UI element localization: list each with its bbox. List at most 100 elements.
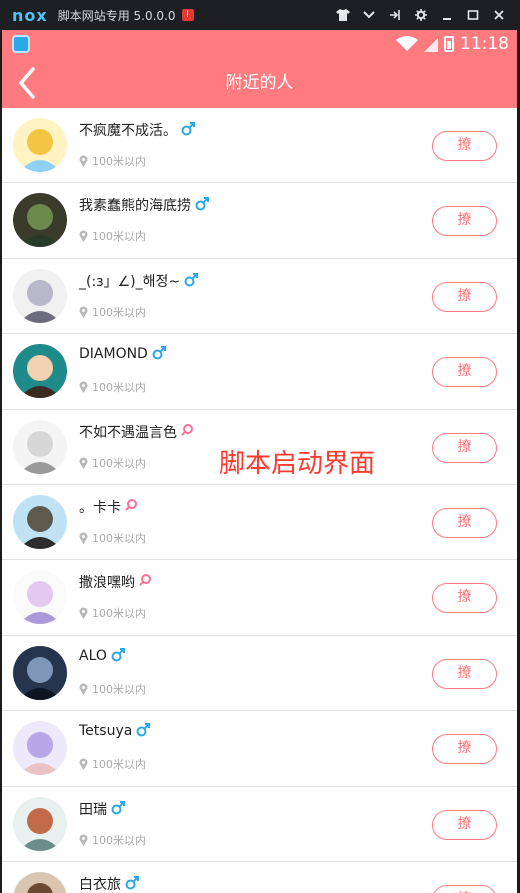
user-name-line: 我素蠢熊的海底捞 <box>79 195 209 215</box>
list-item[interactable]: _(:з」∠)_해정~ 100米以内 撩 <box>2 258 517 335</box>
user-name: 不疯魔不成活。 <box>79 123 177 139</box>
flirt-button[interactable]: 撩 <box>432 658 497 689</box>
user-name-line: 。卡卡 <box>79 497 137 517</box>
male-icon <box>181 122 195 138</box>
flirt-button[interactable]: 撩 <box>432 281 497 312</box>
minimize-icon[interactable] <box>434 0 460 30</box>
page-title: 附近的人 <box>225 73 294 93</box>
location-pin-icon <box>79 155 88 167</box>
emulator-title-bar: nox 脚本网站专用 5.0.0.0 ! <box>0 0 520 30</box>
location-pin-icon <box>79 683 88 695</box>
distance-text: 100米以内 <box>92 682 146 696</box>
distance-text: 100米以内 <box>92 833 146 847</box>
avatar[interactable] <box>13 796 67 851</box>
distance-line: 100米以内 <box>79 455 146 471</box>
signal-icon <box>424 38 438 52</box>
avatar[interactable] <box>13 118 67 172</box>
distance-line: 100米以内 <box>79 756 146 772</box>
distance-text: 100米以内 <box>92 305 146 319</box>
user-name: 田瑞 <box>79 801 107 818</box>
male-icon <box>125 875 139 892</box>
location-pin-icon <box>79 306 88 318</box>
female-icon <box>181 423 193 440</box>
overlay-caption: 脚本启动界面 <box>219 449 376 479</box>
app-notification-icon <box>12 35 30 53</box>
female-icon <box>139 574 151 590</box>
avatar[interactable] <box>13 344 67 399</box>
male-icon <box>111 647 125 664</box>
flirt-button[interactable]: 撩 <box>432 206 497 237</box>
pin-window-icon[interactable] <box>382 0 408 30</box>
status-bar: 11:18 <box>2 30 517 58</box>
avatar[interactable] <box>13 193 67 248</box>
flirt-button[interactable]: 撩 <box>432 583 497 614</box>
user-name-line: DIAMOND <box>79 346 166 362</box>
window-title: 脚本网站专用 5.0.0.0 <box>57 8 176 23</box>
distance-line: 100米以内 <box>79 304 146 320</box>
user-name: 白衣旅 <box>79 876 121 893</box>
app-bar: 附近的人 <box>2 58 517 108</box>
clock: 11:18 <box>460 34 509 54</box>
shirt-icon[interactable] <box>330 0 356 30</box>
avatar[interactable] <box>13 721 67 776</box>
avatar[interactable] <box>13 871 67 893</box>
distance-line: 100米以内 <box>79 832 146 848</box>
alert-badge[interactable]: ! <box>181 9 194 21</box>
close-icon[interactable] <box>486 0 512 30</box>
list-item[interactable]: 白衣旅100米以内撩 <box>2 861 517 893</box>
distance-line: 100米以内 <box>79 379 146 395</box>
distance-line: 100米以内 <box>79 530 146 546</box>
wifi-icon <box>396 36 418 51</box>
list-item[interactable]: 不疯魔不成活。 100米以内 撩 <box>2 108 517 184</box>
avatar[interactable] <box>13 268 67 323</box>
location-pin-icon <box>79 532 88 544</box>
chevron-down-icon[interactable] <box>356 0 382 30</box>
distance-text: 100米以内 <box>92 155 146 168</box>
user-name-line: 白衣旅 <box>79 874 139 893</box>
battery-icon <box>444 36 454 52</box>
user-name: 。卡卡 <box>79 499 121 516</box>
user-name-line: ALO <box>79 647 125 664</box>
gear-icon[interactable] <box>408 0 434 30</box>
list-item[interactable]: 。卡卡 100米以内 撩 <box>2 484 517 561</box>
list-item[interactable]: 撒浪嘿哟 100米以内 撩 <box>2 560 517 636</box>
maximize-icon[interactable] <box>460 0 486 30</box>
distance-line: 100米以内 <box>79 681 146 697</box>
male-icon <box>195 197 209 213</box>
distance-text: 100米以内 <box>92 531 146 545</box>
avatar[interactable] <box>13 419 67 474</box>
male-icon <box>136 723 151 739</box>
user-name-line: _(:з」∠)_해정~ <box>79 271 199 291</box>
user-name: _(:з」∠)_해정~ <box>79 273 181 290</box>
avatar[interactable] <box>13 570 67 625</box>
list-item[interactable]: 田瑞 100米以内 撩 <box>2 786 517 862</box>
location-pin-icon <box>79 457 88 469</box>
user-name: 我素蠢熊的海底捞 <box>79 198 191 215</box>
male-icon <box>184 272 199 289</box>
location-pin-icon <box>79 230 88 243</box>
flirt-button[interactable]: 撩 <box>432 507 497 538</box>
user-name-line: Tetsuya <box>79 723 151 740</box>
location-pin-icon <box>79 607 88 620</box>
flirt-button[interactable]: 撩 <box>432 809 497 840</box>
flirt-button[interactable]: 撩 <box>432 432 497 463</box>
list-item[interactable]: DIAMOND 100米以内 撩 <box>2 334 517 410</box>
distance-text: 100米以内 <box>92 230 146 244</box>
list-item[interactable]: 我素蠢熊的海底捞 100米以内 撩 <box>2 183 517 259</box>
distance-text: 100米以内 <box>92 607 146 621</box>
flirt-button[interactable]: 撩 <box>432 357 497 388</box>
user-name: Tetsuya <box>79 723 133 740</box>
status-indicators: 11:18 <box>396 30 509 58</box>
nearby-user-list: 不疯魔不成活。 100米以内撩我素蠢熊的海底捞 100米以内撩 _(:з」∠)_해정~… <box>2 108 517 893</box>
distance-line: 100米以内 <box>79 228 146 244</box>
list-item[interactable]: ALO 100米以内 撩 <box>2 635 517 712</box>
distance-text: 100米以内 <box>92 758 146 772</box>
avatar[interactable] <box>13 494 67 549</box>
flirt-button[interactable]: 撩 <box>432 884 497 893</box>
flirt-button[interactable]: 撩 <box>432 734 497 765</box>
user-name-line: 撒浪嘿哟 <box>79 572 151 592</box>
list-item[interactable]: Tetsuya 100米以内 撩 <box>2 711 517 787</box>
flirt-button[interactable]: 撩 <box>432 131 497 161</box>
avatar[interactable] <box>13 645 67 700</box>
female-icon <box>125 498 137 515</box>
